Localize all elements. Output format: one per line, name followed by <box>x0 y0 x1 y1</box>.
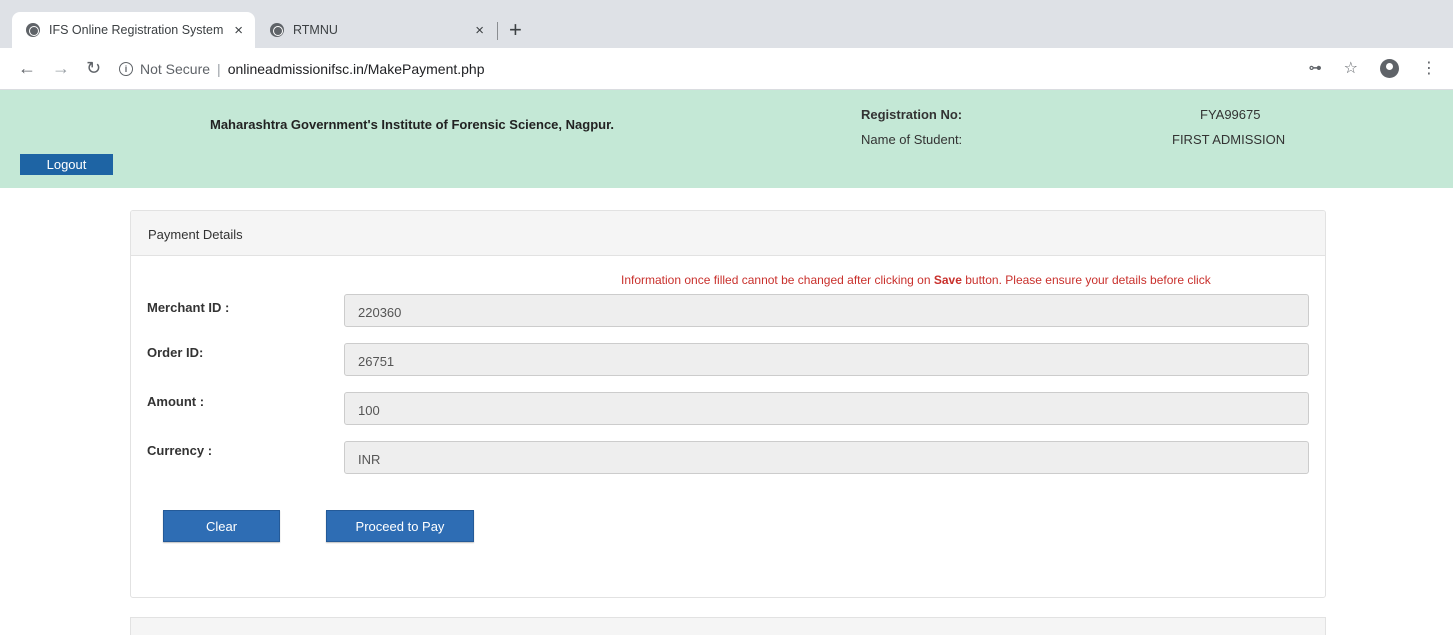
student-name-label: Name of Student: <box>861 132 963 147</box>
address-bar: ← → ↻ i Not Secure | onlineadmissionifsc… <box>0 48 1453 90</box>
proceed-to-pay-button[interactable]: Proceed to Pay <box>326 510 474 542</box>
payment-details-panel: Payment Details Information once filled … <box>130 210 1326 598</box>
back-arrow-icon[interactable]: ← <box>18 58 36 78</box>
info-icon[interactable]: i <box>119 62 133 76</box>
notice-save-word: Save <box>933 273 962 287</box>
panel-heading: Payment Details <box>131 211 1325 256</box>
order-id-field[interactable]: 26751 <box>344 343 1309 376</box>
currency-field[interactable]: INR <box>344 441 1309 474</box>
close-icon[interactable]: × <box>234 22 243 39</box>
registration-value: FYA99675 <box>1200 107 1261 122</box>
save-warning-notice: Information once filled cannot be change… <box>621 273 1321 287</box>
footer-panel <box>130 617 1326 635</box>
new-tab-button[interactable]: + <box>509 19 522 41</box>
order-id-label: Order ID: <box>147 345 204 360</box>
toolbar-icons: ⊶ ☆ ⋮ <box>1309 58 1437 78</box>
star-icon[interactable]: ☆ <box>1344 58 1358 78</box>
tab-ifs-registration[interactable]: IFS Online Registration System × <box>12 12 255 48</box>
browser-tab-bar: IFS Online Registration System × RTMNU ×… <box>0 0 1453 48</box>
globe-icon <box>270 23 284 37</box>
institute-name: Maharashtra Government's Institute of Fo… <box>210 117 615 132</box>
close-icon[interactable]: × <box>475 22 484 39</box>
tab-title: RTMNU <box>293 23 338 37</box>
forward-arrow-icon[interactable]: → <box>52 58 70 78</box>
account-icon[interactable] <box>1380 58 1399 78</box>
registration-label: Registration No: <box>861 107 963 122</box>
currency-label: Currency : <box>147 443 213 458</box>
key-icon[interactable]: ⊶ <box>1309 60 1322 76</box>
notice-text-start: Information once filled cannot be change… <box>621 273 934 287</box>
globe-icon <box>26 23 40 37</box>
tab-rtmnu[interactable]: RTMNU × <box>258 12 496 48</box>
tab-separator <box>497 22 498 40</box>
amount-field[interactable]: 100 <box>344 392 1309 425</box>
omnibox-divider: | <box>217 61 221 77</box>
logout-button[interactable]: Logout <box>20 154 113 175</box>
reload-icon[interactable]: ↻ <box>86 58 101 78</box>
menu-dots-icon[interactable]: ⋮ <box>1421 58 1437 78</box>
omnibox[interactable]: i Not Secure | onlineadmissionifsc.in/Ma… <box>113 54 1433 84</box>
clear-button[interactable]: Clear <box>163 510 280 542</box>
merchant-id-field[interactable]: 220360 <box>344 294 1309 327</box>
merchant-id-label: Merchant ID : <box>147 300 230 315</box>
amount-label: Amount : <box>147 394 205 409</box>
student-name-value: FIRST ADMISSION <box>1172 132 1286 147</box>
security-status: Not Secure <box>140 61 211 77</box>
url-text[interactable]: onlineadmissionifsc.in/MakePayment.php <box>228 61 485 77</box>
site-header: Maharashtra Government's Institute of Fo… <box>0 90 1453 188</box>
tab-title: IFS Online Registration System <box>49 23 224 37</box>
notice-text-end: button. Please ensure your details befor… <box>961 273 1211 287</box>
